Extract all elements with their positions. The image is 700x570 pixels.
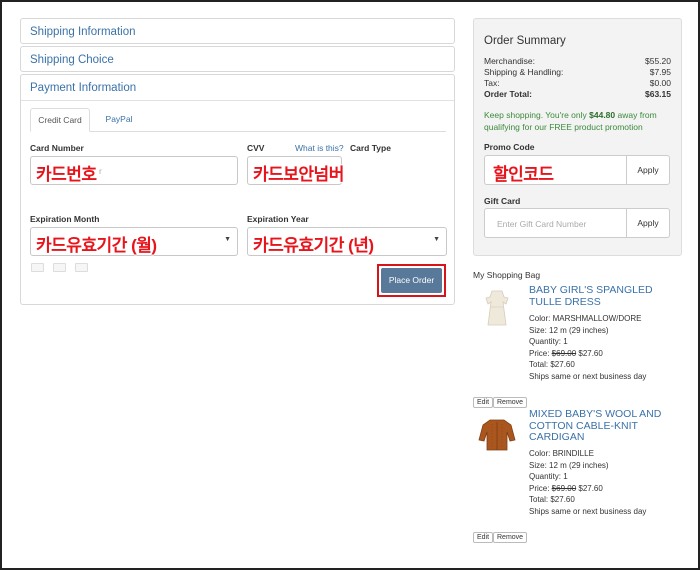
product-shipping-note: Ships same or next business day — [529, 506, 647, 516]
remove-item-button[interactable]: Remove — [493, 397, 528, 408]
tab-credit-card[interactable]: Credit Card — [30, 108, 90, 132]
price-prefix: Price: — [529, 348, 552, 358]
product-quantity: Quantity: 1 — [529, 472, 568, 481]
shipping-choice-panel[interactable]: Shipping Choice — [20, 46, 455, 72]
price-new: $27.60 — [576, 483, 603, 493]
expiration-month-select[interactable]: 카드유효기간 (월) ▼ — [30, 227, 238, 256]
chevron-down-icon: ▼ — [433, 236, 440, 243]
summary-value: $55.20 — [645, 56, 671, 66]
cvv-annotation: 카드보안넘버 — [253, 165, 344, 184]
expiration-month-annotation: 카드유효기간 (월) — [36, 236, 157, 255]
gift-card-placeholder: Enter Gift Card Number — [497, 219, 587, 229]
dress-product-image[interactable] — [473, 285, 521, 333]
product-details: Color: MARSHMALLOW/DORE Size: 12 m (29 i… — [529, 313, 646, 382]
card-number-input[interactable]: r 카드번호 — [30, 156, 238, 185]
expiration-year-label: Expiration Year — [247, 214, 309, 224]
card-number-label: Card Number — [30, 143, 84, 153]
price-old: $69.00 — [551, 348, 577, 358]
summary-row-shipping: Shipping & Handling: $7.95 — [484, 67, 671, 77]
chevron-down-icon: ▼ — [224, 236, 231, 243]
expiration-year-select[interactable]: 카드유효기간 (년) ▼ — [247, 227, 447, 256]
product-total: Total: $27.60 — [529, 360, 575, 369]
product-price: Price: $69.00 $27.60 — [529, 483, 646, 495]
place-order-highlight: Place Order — [377, 264, 446, 297]
price-old: $69.00 — [551, 483, 577, 493]
place-order-button[interactable]: Place Order — [381, 268, 442, 293]
summary-label: Order Total: — [484, 89, 533, 99]
cvv-label: CVV — [247, 143, 265, 153]
gift-apply-button[interactable]: Apply — [626, 208, 670, 238]
shipping-choice-header[interactable]: Shipping Choice — [21, 47, 454, 73]
card-type-label: Card Type — [350, 143, 391, 153]
card-number-placeholder: r — [99, 166, 102, 176]
product-name-link[interactable]: MIXED BABY'S WOOL AND COTTON CABLE-KNIT … — [529, 408, 689, 444]
summary-value: $7.95 — [649, 67, 671, 77]
product-details: Color: BRINDILLE Size: 12 m (29 inches) … — [529, 448, 646, 517]
cardigan-product-image[interactable] — [473, 410, 521, 458]
product-total: Total: $27.60 — [529, 495, 575, 504]
product-name-line[interactable]: BABY GIRL'S SPANGLED — [529, 284, 689, 297]
product-quantity: Quantity: 1 — [529, 337, 568, 346]
tab-paypal[interactable]: PayPal — [96, 108, 142, 132]
order-summary-title: Order Summary — [484, 35, 566, 47]
product-color: Color: BRINDILLE — [529, 449, 594, 458]
promo-code-annotation: 할인코드 — [493, 165, 554, 184]
promo-apply-button[interactable]: Apply — [626, 155, 670, 185]
edit-item-button[interactable]: Edit — [473, 397, 494, 408]
visa-card-icon — [31, 263, 44, 272]
summary-row-tax: Tax: $0.00 — [484, 78, 671, 88]
mastercard-icon — [53, 263, 66, 272]
price-new: $27.60 — [576, 348, 603, 358]
summary-value: $63.15 — [645, 89, 671, 99]
gift-card-label: Gift Card — [484, 196, 521, 206]
summary-value: $0.00 — [649, 78, 671, 88]
summary-row-merchandise: Merchandise: $55.20 — [484, 56, 671, 66]
promo-code-input[interactable]: 할인코드 — [484, 155, 627, 185]
product-name-link[interactable]: BABY GIRL'S SPANGLED TULLE DRESS — [529, 284, 689, 309]
product-color: Color: MARSHMALLOW/DORE — [529, 314, 642, 323]
card-number-annotation: 카드번호 — [36, 165, 97, 184]
expiration-year-annotation: 카드유효기간 (년) — [253, 236, 374, 255]
product-name-line[interactable]: TULLE DRESS — [529, 296, 689, 309]
summary-label: Shipping & Handling: — [484, 67, 564, 77]
order-summary-panel: Order Summary Merchandise: $55.20 Shippi… — [473, 18, 682, 256]
gift-card-input[interactable]: Enter Gift Card Number — [484, 208, 627, 238]
cvv-help-link[interactable]: What is this? — [295, 143, 344, 153]
expiration-month-label: Expiration Month — [30, 214, 100, 224]
remove-item-button[interactable]: Remove — [493, 532, 528, 543]
shipping-information-header[interactable]: Shipping Information — [21, 19, 454, 45]
payment-tabs: Credit Card PayPal — [30, 108, 446, 132]
shopping-bag-title: My Shopping Bag — [473, 270, 541, 280]
promo-amount: $44.80 — [589, 110, 616, 120]
product-price: Price: $69.00 $27.60 — [529, 348, 646, 360]
promo-message: Keep shopping. You're only $44.80 away f… — [484, 109, 674, 133]
cvv-input[interactable]: 카드보안넘버 — [247, 156, 344, 185]
payment-information-header[interactable]: Payment Information — [21, 75, 454, 101]
product-name-line[interactable]: MIXED BABY'S WOOL AND — [529, 408, 689, 421]
product-size: Size: 12 m (29 inches) — [529, 460, 609, 470]
product-shipping-note: Ships same or next business day — [529, 371, 647, 381]
promo-message-text: Keep shopping. You're only — [484, 110, 590, 120]
summary-label: Merchandise: — [484, 56, 536, 66]
promo-code-label: Promo Code — [484, 142, 535, 152]
product-name-line[interactable]: CARDIGAN — [529, 431, 689, 444]
amex-card-icon — [75, 263, 88, 272]
edit-item-button[interactable]: Edit — [473, 532, 494, 543]
product-size: Size: 12 m (29 inches) — [529, 325, 609, 335]
shipping-information-panel[interactable]: Shipping Information — [20, 18, 455, 44]
summary-row-total: Order Total: $63.15 — [484, 89, 671, 99]
price-prefix: Price: — [529, 483, 552, 493]
summary-label: Tax: — [484, 78, 500, 88]
